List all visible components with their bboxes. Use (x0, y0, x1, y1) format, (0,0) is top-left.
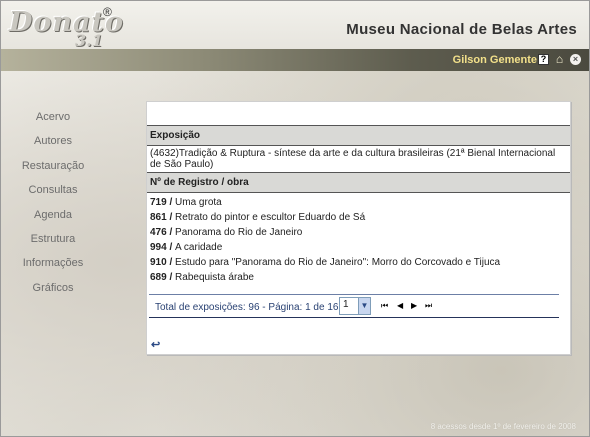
sidebar-nav: Acervo Autores Restauração Consultas Age… (8, 108, 98, 303)
content-panel: Exposição (4632)Tradição & Ruptura - sín… (146, 101, 571, 355)
exposicao-text: (4632)Tradição & Ruptura - síntese da ar… (150, 148, 556, 170)
row-separator: / (166, 257, 176, 268)
chevron-down-icon[interactable]: ▼ (358, 298, 370, 314)
site-title: Museu Nacional de Belas Artes (346, 21, 577, 38)
pagination-bar: Total de exposições: 96 - Página: 1 de 1… (149, 294, 559, 318)
header: Donato 3.1 ® Museu Nacional de Belas Art… (1, 1, 589, 50)
logo-registered-mark: ® (103, 5, 112, 19)
obra-title[interactable]: Retrato do pintor e escultor Eduardo de … (175, 212, 365, 223)
sidebar-item-informacoes[interactable]: Informações (8, 254, 98, 278)
page-select-value: 1 (343, 299, 349, 310)
sidebar-item-consultas[interactable]: Consultas (8, 181, 98, 205)
last-page-icon[interactable]: ⏭ (425, 301, 432, 311)
help-icon[interactable]: ? (538, 54, 549, 65)
table-row[interactable]: 994 / A caridade (150, 240, 567, 255)
table-row[interactable]: 861 / Retrato do pintor e escultor Eduar… (150, 210, 567, 225)
obra-title[interactable]: Estudo para "Panorama do Rio de Janeiro"… (175, 257, 500, 268)
sidebar-item-acervo[interactable]: Acervo (8, 108, 98, 132)
next-page-icon[interactable]: ▶ (411, 301, 417, 310)
sidebar-item-graficos[interactable]: Gráficos (8, 279, 98, 303)
home-icon[interactable]: ⌂ (554, 53, 565, 65)
registro-number: 994 (150, 242, 167, 253)
obra-title[interactable]: Panorama do Rio de Janeiro (175, 227, 302, 238)
registro-number: 861 (150, 212, 167, 223)
table-row[interactable]: 476 / Panorama do Rio de Janeiro (150, 225, 567, 240)
page-select[interactable]: 1 ▼ (339, 297, 371, 315)
registro-number: 476 (150, 227, 167, 238)
table-row[interactable]: 910 / Estudo para "Panorama do Rio de Ja… (150, 255, 567, 270)
prev-page-icon[interactable]: ◀ (397, 301, 403, 310)
registro-number: 719 (150, 197, 167, 208)
back-icon[interactable]: ↩ (151, 338, 160, 351)
registro-number: 910 (150, 257, 167, 268)
row-separator: / (166, 197, 176, 208)
table-row[interactable]: 719 / Uma grota (150, 195, 567, 210)
registro-list: 719 / Uma grota 861 / Retrato do pintor … (147, 193, 570, 285)
row-separator: / (166, 242, 176, 253)
pagination-total: Total de exposições: 96 - Página: 1 de 1… (155, 302, 339, 313)
logo-version: 3.1 (75, 31, 103, 50)
registro-header: Nº de Registro / obra (147, 172, 570, 193)
first-page-icon[interactable]: ⏮ (381, 301, 388, 311)
exposicao-header: Exposição (147, 125, 570, 146)
sidebar-item-autores[interactable]: Autores (8, 132, 98, 156)
table-row[interactable]: 689 / Rabequista árabe (150, 270, 567, 285)
obra-title[interactable]: Uma grota (175, 197, 222, 208)
sidebar-item-restauracao[interactable]: Restauração (8, 157, 98, 181)
sidebar-item-agenda[interactable]: Agenda (8, 206, 98, 230)
row-separator: / (166, 227, 176, 238)
row-separator: / (166, 212, 176, 223)
row-separator: / (166, 272, 176, 283)
sidebar-item-estrutura[interactable]: Estrutura (8, 230, 98, 254)
logo: Donato 3.1 ® (9, 5, 123, 50)
obra-title[interactable]: A caridade (175, 242, 222, 253)
obra-title[interactable]: Rabequista árabe (175, 272, 254, 283)
user-bar: Gilson Gemente ? ⌂ × (1, 49, 589, 71)
user-name: Gilson Gemente (452, 54, 537, 66)
panel-top-spacer (147, 102, 570, 125)
registro-number: 689 (150, 272, 167, 283)
close-icon[interactable]: × (570, 54, 581, 65)
access-counter: 8 acessos desde 1º de fevereiro de 2008 (430, 422, 576, 431)
